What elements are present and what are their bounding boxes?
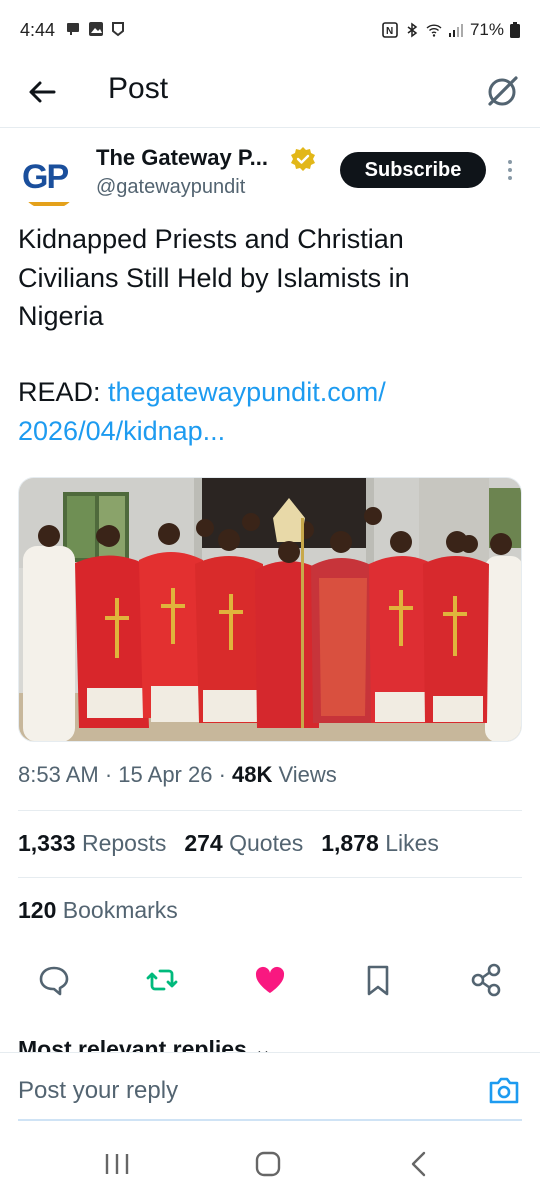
- reposts-stat[interactable]: 1,333 Reposts: [18, 830, 166, 857]
- views-label: Views: [278, 762, 337, 787]
- battery-percent: 71%: [469, 20, 504, 39]
- divider: [18, 877, 522, 878]
- reply-input[interactable]: Post your reply: [18, 1077, 178, 1105]
- recent-apps-icon[interactable]: [102, 1150, 132, 1178]
- avatar[interactable]: GP: [18, 148, 80, 210]
- likes-stat[interactable]: 1,878 Likes: [321, 830, 439, 857]
- avatar-logo-underline: [23, 202, 77, 206]
- notification-icons: [66, 21, 126, 37]
- gallery-notification-icon: [89, 22, 103, 36]
- bookmark-icon[interactable]: [358, 960, 398, 1000]
- camera-icon[interactable]: [488, 1075, 520, 1105]
- read-label: READ:: [18, 377, 109, 407]
- post-header: Post: [0, 62, 540, 128]
- article-link-continued[interactable]: 2026/04/kidnap...: [18, 416, 225, 446]
- post-author: GP The Gateway P... @gatewaypundit Subsc…: [0, 140, 540, 210]
- post-image[interactable]: [18, 477, 522, 742]
- post-time: 8:53 AM: [18, 762, 99, 787]
- shield-notification-icon: [112, 22, 124, 37]
- chat-notification-icon: [67, 23, 79, 35]
- reply-icon[interactable]: [34, 960, 74, 1000]
- page-title: Post: [108, 72, 169, 105]
- battery-icon: [510, 22, 520, 38]
- reply-bar: Post your reply: [0, 1052, 540, 1124]
- status-right: N 71%: [382, 20, 520, 40]
- subscribe-button[interactable]: Subscribe: [340, 152, 486, 188]
- post-meta: 8:53 AM · 15 Apr 26 · 48K Views: [18, 762, 337, 787]
- priests-group-photo: [19, 478, 521, 741]
- article-link[interactable]: thegatewaypundit.com/: [108, 377, 386, 407]
- post-read-link: READ: thegatewaypundit.com/ 2026/04/kidn…: [18, 373, 518, 450]
- repost-icon[interactable]: [142, 960, 182, 1000]
- author-name[interactable]: The Gateway P...: [96, 145, 268, 171]
- avatar-logo-text: GP: [22, 158, 69, 196]
- author-handle[interactable]: @gatewaypundit: [96, 176, 245, 199]
- bluetooth-icon: [407, 22, 418, 38]
- post-text-line: Kidnapped Priests and Christian: [18, 224, 404, 254]
- back-nav-icon[interactable]: [404, 1150, 434, 1178]
- post-text-line: Nigeria: [18, 301, 104, 331]
- signal-icon: [448, 24, 463, 37]
- post-stats: 1,333 Reposts 274 Quotes 1,878 Likes: [18, 830, 439, 857]
- home-icon[interactable]: [253, 1150, 283, 1178]
- divider: [18, 810, 522, 811]
- wifi-icon: [426, 24, 442, 37]
- bookmarks-stat[interactable]: 120 Bookmarks: [18, 897, 178, 924]
- post-actions: [0, 958, 540, 1002]
- verified-icon: [291, 147, 315, 171]
- share-icon[interactable]: [466, 960, 506, 1000]
- status-bar: 4:44 N 71%: [0, 0, 540, 62]
- quotes-stat[interactable]: 274 Quotes: [184, 830, 303, 857]
- like-icon[interactable]: [250, 960, 290, 1000]
- svg-text:N: N: [386, 26, 393, 37]
- more-icon[interactable]: [500, 158, 520, 182]
- chevron-down-icon: ⌄: [253, 1036, 273, 1052]
- grok-icon[interactable]: [482, 70, 522, 110]
- back-arrow-icon[interactable]: [24, 74, 60, 110]
- status-time: 4:44: [20, 20, 56, 40]
- reply-underline: [18, 1119, 522, 1121]
- post-date: 15 Apr 26: [118, 762, 213, 787]
- system-nav-bar: [0, 1124, 540, 1200]
- post-text-line: Civilians Still Held by Islamists in: [18, 262, 410, 293]
- most-relevant-replies-toggle[interactable]: Most relevant replies ⌄: [18, 1036, 272, 1052]
- post-text: Kidnapped Priests and Christian Civilian…: [18, 220, 518, 336]
- views-count: 48K: [232, 762, 273, 787]
- nfc-icon: N: [382, 22, 398, 38]
